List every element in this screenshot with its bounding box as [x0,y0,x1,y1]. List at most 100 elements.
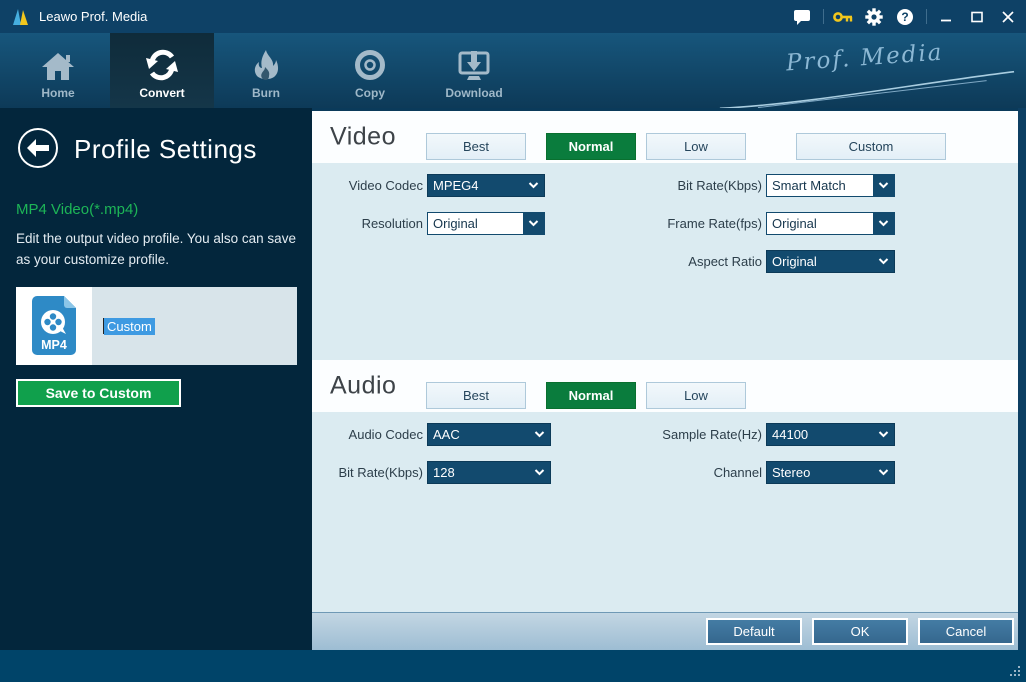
main-nav: Home Convert Burn Copy Download Prof. Me… [0,33,1026,110]
chevron-down-icon [873,424,894,445]
register-key-icon[interactable] [831,5,855,29]
select-value: AAC [433,427,460,442]
cancel-button[interactable]: Cancel [918,618,1014,645]
tab-download[interactable]: Download [422,33,526,108]
video-quality-best-button[interactable]: Best [426,133,526,160]
select-value: Stereo [772,465,811,480]
field-aspect-ratio: Aspect Ratio Original [647,250,895,273]
chevron-down-icon [529,462,550,483]
field-audio-bit-rate: Bit Rate(Kbps) 128 [312,461,551,484]
tab-label: Burn [252,86,280,100]
profile-name-field[interactable]: Custom [92,287,297,365]
download-icon [457,43,491,81]
convert-icon [145,43,179,81]
select-value: 128 [433,465,455,480]
select-value: Original [772,254,817,269]
sample-rate-select[interactable]: 44100 [766,423,895,446]
page-title: Profile Settings [74,134,257,164]
titlebar: Leawo Prof. Media ? [0,0,1026,33]
minimize-button[interactable] [934,5,958,29]
mp4-file-icon: MP4 [32,296,76,355]
profile-format-label: MP4 Video(*.mp4) [16,201,139,218]
titlebar-separator [823,9,824,24]
select-value: Smart Match [772,178,846,193]
resolution-select[interactable]: Original [427,212,545,235]
video-quality-normal-button[interactable]: Normal [546,133,636,160]
chevron-down-icon [873,462,894,483]
video-codec-label: Video Codec [348,178,423,193]
svg-text:MP4: MP4 [41,338,67,352]
frame-rate-select[interactable]: Original [766,212,895,235]
audio-codec-label: Audio Codec [348,427,423,442]
field-sample-rate: Sample Rate(Hz) 44100 [647,423,895,446]
tab-label: Convert [139,86,185,100]
profile-settings-panel: Video Best Normal Low Custom Video Codec… [312,108,1018,650]
bit-rate-label: Bit Rate(Kbps) [677,178,762,193]
brand-signature: Prof. Media [719,37,1015,115]
tab-convert[interactable]: Convert [110,33,214,108]
help-icon[interactable]: ? [893,5,917,29]
home-icon [40,43,76,81]
action-button-bar: Default OK Cancel [312,612,1018,650]
video-settings-body: Video Codec MPEG4 Bit Rate(Kbps) Smart M… [312,163,1018,360]
profile-name-value[interactable]: Custom [104,317,155,335]
channel-label: Channel [713,465,762,480]
select-value: Original [433,216,478,231]
settings-gear-icon[interactable] [862,5,886,29]
audio-section-header: Audio Best Normal Low [312,360,1018,412]
burn-flame-icon [251,43,281,81]
audio-codec-select[interactable]: AAC [427,423,551,446]
select-value: MPEG4 [433,178,479,193]
field-channel: Channel Stereo [647,461,895,484]
field-bit-rate: Bit Rate(Kbps) Smart Match [647,174,895,197]
bit-rate-select[interactable]: Smart Match [766,174,895,197]
chevron-down-icon [873,213,894,234]
field-video-codec: Video Codec MPEG4 [312,174,545,197]
video-quality-custom-button[interactable]: Custom [796,133,946,160]
custom-profile-item[interactable]: MP4 Custom [16,287,297,365]
close-button[interactable] [996,5,1020,29]
svg-text:?: ? [901,10,908,24]
back-button[interactable] [18,128,58,168]
aspect-ratio-label: Aspect Ratio [688,254,762,269]
tab-label: Download [445,86,503,100]
video-quality-low-button[interactable]: Low [646,133,746,160]
chevron-down-icon [873,251,894,272]
maximize-button[interactable] [965,5,989,29]
ok-button[interactable]: OK [812,618,908,645]
app-window: Leawo Prof. Media ? Home Convert Burn Co… [0,0,1026,682]
chevron-down-icon [873,175,894,196]
tab-burn[interactable]: Burn [214,33,318,108]
copy-disc-icon [354,43,386,81]
chevron-down-icon [523,175,544,196]
audio-quality-low-button[interactable]: Low [646,382,746,409]
save-to-custom-button[interactable]: Save to Custom [16,379,181,407]
audio-quality-normal-button[interactable]: Normal [546,382,636,409]
field-resolution: Resolution Original [312,212,545,235]
audio-bit-rate-select[interactable]: 128 [427,461,551,484]
resize-grip[interactable] [1010,666,1022,678]
audio-bit-rate-label: Bit Rate(Kbps) [338,465,423,480]
audio-section-title: Audio [330,371,397,400]
video-codec-select[interactable]: MPEG4 [427,174,545,197]
tab-label: Home [41,86,75,100]
audio-quality-best-button[interactable]: Best [426,382,526,409]
aspect-ratio-select[interactable]: Original [766,250,895,273]
chevron-down-icon [529,424,550,445]
window-right-border [1018,108,1026,650]
select-value: Original [772,216,817,231]
brand-signature-text: Prof. Media [785,39,945,77]
back-arrow-icon [27,139,49,157]
status-bar [0,650,1026,682]
resolution-label: Resolution [361,216,423,231]
channel-select[interactable]: Stereo [766,461,895,484]
titlebar-separator [926,9,927,24]
window-title: Leawo Prof. Media [39,9,148,24]
feedback-chat-icon[interactable] [790,5,814,29]
default-button[interactable]: Default [706,618,802,645]
tab-copy[interactable]: Copy [318,33,422,108]
video-section-title: Video [330,122,396,151]
tab-home[interactable]: Home [6,33,110,108]
profile-description: Edit the output video profile. You also … [16,231,296,267]
frame-rate-label: Frame Rate(fps) [667,216,762,231]
